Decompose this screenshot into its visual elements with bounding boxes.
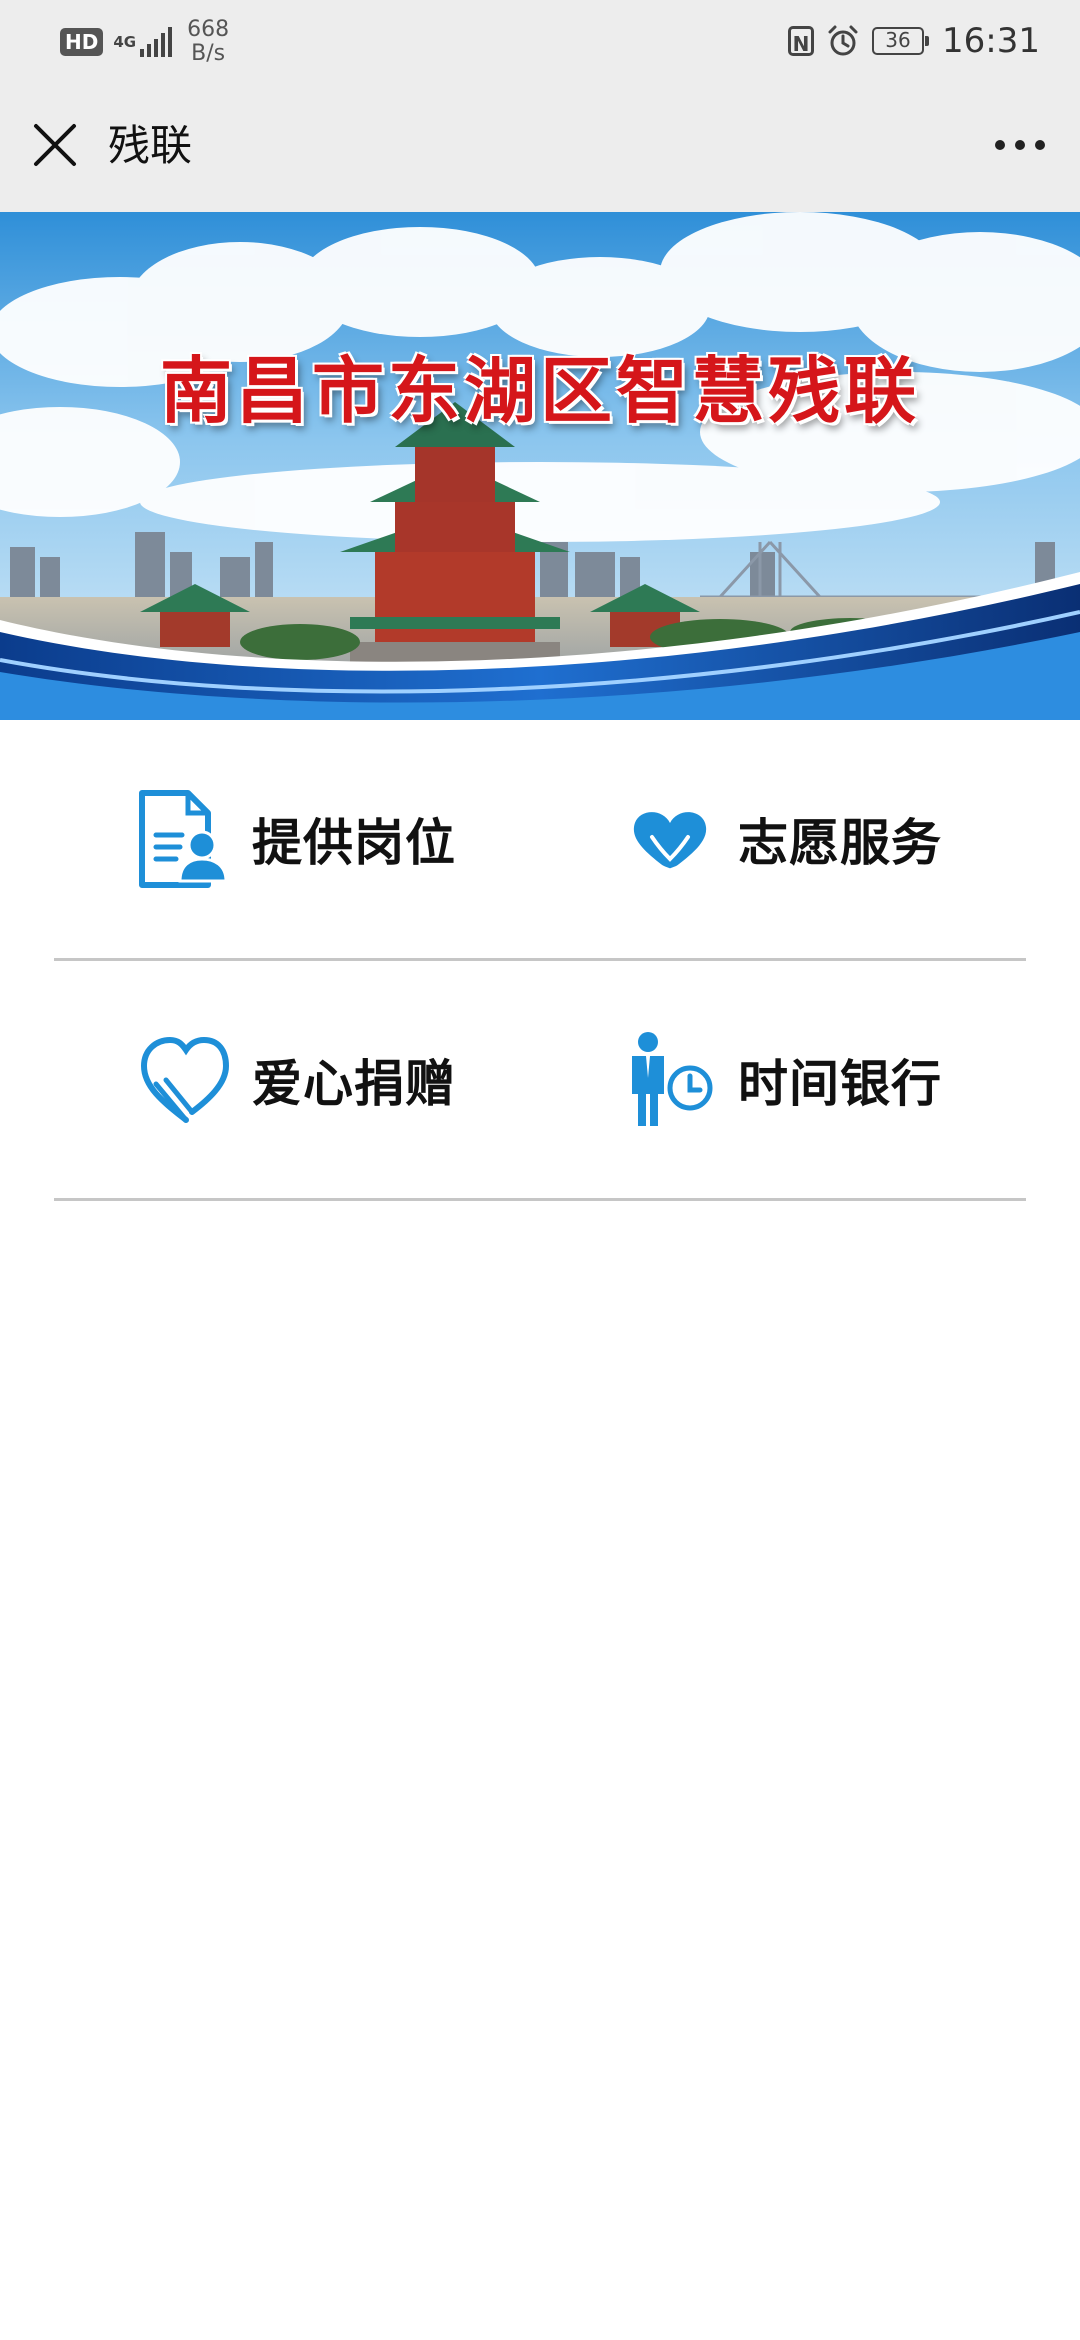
- network-speed-unit: B/s: [191, 41, 226, 66]
- battery-level: 36: [885, 28, 911, 52]
- close-button[interactable]: [22, 112, 88, 178]
- status-left: HD 4G 668 B/s: [60, 18, 229, 66]
- menu-item-label: 志愿服务: [738, 814, 942, 872]
- status-right: N 36 16:31: [788, 18, 1040, 64]
- menu-item-volunteer-service[interactable]: 志愿服务: [540, 720, 1026, 958]
- menu-grid: 提供岗位 志愿服务 爱心捐赠 时间银行: [54, 720, 1026, 1201]
- heart-hands-icon: [622, 787, 718, 891]
- menu-item-label: 爱心捐赠: [252, 1054, 456, 1113]
- page-title: 残联: [108, 121, 193, 170]
- more-button[interactable]: [980, 112, 1060, 178]
- job-document-person-icon: [136, 787, 232, 891]
- menu-item-label: 提供岗位: [252, 814, 456, 872]
- close-icon: [34, 124, 76, 166]
- banner-title: 南昌市东湖区智慧残联: [159, 349, 920, 433]
- menu-item-time-bank[interactable]: 时间银行: [540, 961, 1026, 1198]
- network-type: 4G: [113, 33, 137, 51]
- nfc-icon: N: [788, 26, 815, 56]
- banner-image: [0, 212, 1080, 720]
- signal-icon: [140, 27, 175, 57]
- heart-outline-icon: [136, 1028, 232, 1132]
- more-icon-dot: [1035, 140, 1045, 150]
- battery-icon: 36: [872, 27, 930, 55]
- hd-badge: HD: [60, 28, 104, 56]
- app-header: 残联: [0, 82, 1080, 212]
- menu-item-love-donation[interactable]: 爱心捐赠: [54, 961, 540, 1198]
- clock: 16:31: [942, 21, 1040, 61]
- network-speed-value: 668: [187, 17, 230, 42]
- alarm-icon: [828, 25, 858, 56]
- more-icon-dot: [995, 140, 1005, 150]
- menu-row: 爱心捐赠 时间银行: [54, 961, 1026, 1201]
- person-clock-icon: [622, 1028, 718, 1132]
- menu-row: 提供岗位 志愿服务: [54, 720, 1026, 961]
- banner: 南昌市东湖区智慧残联: [0, 212, 1080, 720]
- menu-item-provide-jobs[interactable]: 提供岗位: [54, 720, 540, 958]
- network-speed: 668 B/s: [187, 18, 229, 66]
- menu-item-label: 时间银行: [738, 1054, 942, 1113]
- more-icon-dot: [1015, 140, 1025, 150]
- status-bar: HD 4G 668 B/s N 36 16:31: [0, 0, 1080, 82]
